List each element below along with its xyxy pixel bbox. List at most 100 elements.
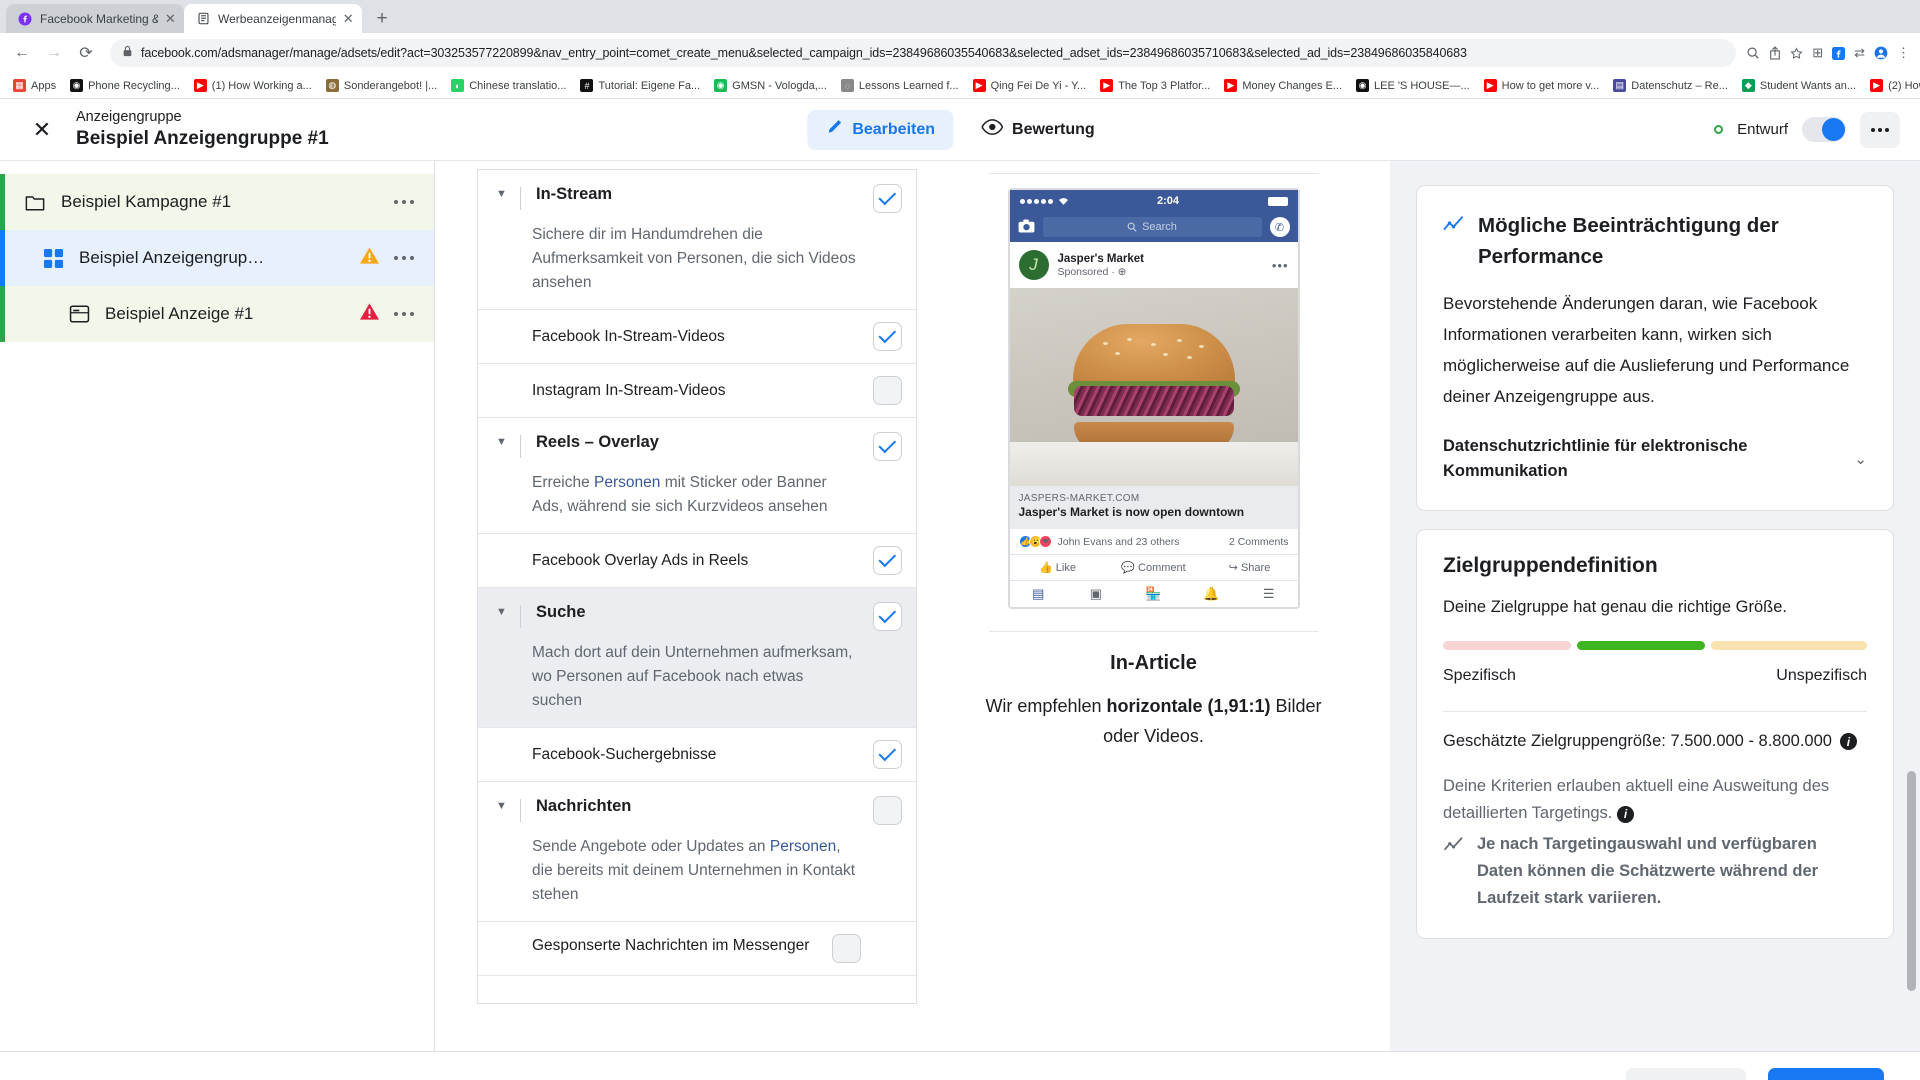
translate-icon[interactable]: ⇄ — [1854, 45, 1865, 61]
bookmark-label: Student Wants an... — [1759, 79, 1857, 92]
bookmark-item[interactable]: ▶ Money Changes E... — [1217, 75, 1349, 97]
more-options-button[interactable] — [1860, 111, 1900, 148]
notifications-icon[interactable]: 🔔 — [1182, 586, 1240, 602]
privacy-policy-accordion[interactable]: Datenschutzrichtlinie für elektronische … — [1443, 434, 1867, 484]
placement-option[interactable]: Facebook-Suchergebnisse — [478, 727, 916, 781]
tab-bearbeiten[interactable]: Bearbeiten — [807, 109, 954, 150]
option-label: Facebook-Suchergebnisse — [532, 745, 717, 763]
bookmark-item[interactable]: ▦ Apps — [6, 75, 63, 97]
sidebar-item-menu[interactable] — [393, 255, 414, 261]
bookmark-item[interactable]: ▶ (1) How Working a... — [187, 75, 319, 97]
marketplace-icon[interactable]: 🏪 — [1125, 586, 1183, 602]
bookmark-item[interactable]: ◉ Phone Recycling... — [63, 75, 187, 97]
info-icon[interactable]: i — [1616, 806, 1634, 823]
placement-option[interactable]: Facebook In-Stream-Videos — [478, 309, 916, 363]
like-button[interactable]: 👍 Like — [1010, 561, 1106, 574]
bookmark-star-icon[interactable] — [1790, 46, 1803, 60]
sidebar-item-menu[interactable] — [393, 311, 414, 317]
phone-status-bar: 2:04 — [1009, 190, 1298, 212]
next-button[interactable]: Weiter — [1768, 1067, 1884, 1080]
preview-format-title: In-Article — [1110, 652, 1197, 674]
bookmark-item[interactable]: ◉ LEE 'S HOUSE—... — [1349, 75, 1477, 97]
browser-tab-1[interactable]: Werbeanzeigenmanager - Wer ✕ — [184, 4, 362, 33]
share-icon[interactable] — [1769, 46, 1781, 60]
group-checkbox[interactable] — [873, 796, 902, 825]
zoom-icon[interactable] — [1746, 46, 1760, 60]
chevron-down-icon[interactable]: ⌄ — [1854, 450, 1867, 468]
sidebar-item-ad[interactable]: Beispiel Anzeige #1 — [0, 286, 434, 342]
close-icon[interactable]: ✕ — [165, 12, 176, 25]
rail-scrollbar[interactable] — [1907, 771, 1916, 991]
bookmark-item[interactable]: ▶ The Top 3 Platfor... — [1093, 75, 1217, 97]
group-header[interactable]: ▼ In-Stream — [478, 170, 916, 223]
placement-option[interactable]: Gesponserte Nachrichten im Messenger — [478, 921, 916, 975]
note-label: Je nach Targetingauswahl und verfügbaren… — [1477, 835, 1819, 907]
post-menu-icon[interactable]: ••• — [1272, 258, 1289, 273]
reload-button[interactable]: ⟳ — [72, 39, 100, 67]
status-toggle[interactable] — [1802, 117, 1846, 142]
info-icon[interactable]: i — [1839, 733, 1857, 750]
personen-link[interactable]: Personen — [594, 474, 660, 491]
group-checkbox[interactable] — [873, 602, 902, 631]
bookmark-item[interactable]: ▤ Datenschutz – Re... — [1606, 75, 1735, 97]
new-tab-button[interactable]: + — [368, 5, 396, 33]
option-checkbox[interactable] — [873, 740, 902, 769]
share-button[interactable]: ↪ Share — [1202, 561, 1298, 574]
group-checkbox[interactable] — [873, 184, 902, 213]
close-editor-button[interactable]: ✕ — [22, 110, 62, 150]
group-header[interactable]: ▼ Nachrichten — [478, 782, 916, 835]
extension-puzzle-icon[interactable]: ⊞ — [1812, 45, 1823, 61]
group-checkbox[interactable] — [873, 432, 902, 461]
watch-icon[interactable]: ▣ — [1067, 586, 1125, 602]
bookmark-label: Apps — [31, 79, 57, 92]
group-header[interactable]: ▼ Reels – Overlay — [478, 418, 916, 471]
address-bar[interactable]: facebook.com/adsmanager/manage/adsets/ed… — [110, 39, 1737, 67]
bookmark-item[interactable]: ◆ Student Wants an... — [1735, 75, 1863, 97]
option-checkbox[interactable] — [873, 376, 902, 405]
comment-button[interactable]: 💬 Comment — [1106, 561, 1202, 574]
chevron-down-icon[interactable]: ▼ — [496, 432, 512, 448]
option-checkbox[interactable] — [873, 322, 902, 351]
bookmark-item[interactable]: # Tutorial: Eigene Fa... — [573, 75, 707, 97]
camera-icon[interactable] — [1018, 219, 1035, 236]
browser-tab-0[interactable]: Facebook Marketing & Werbea ✕ — [6, 4, 184, 33]
group-title: Suche — [536, 603, 586, 621]
bookmark-item[interactable]: ◉ GMSN - Vologda,... — [707, 75, 834, 97]
group-header[interactable]: ▼ Suche — [478, 588, 916, 641]
warning-icon — [359, 246, 380, 270]
omnibox-row: ← → ⟳ facebook.com/adsmanager/manage/ads… — [0, 33, 1920, 73]
bookmark-item[interactable]: ▶ Qing Fei De Yi - Y... — [966, 75, 1094, 97]
forward-button[interactable]: → — [40, 39, 68, 67]
chevron-down-icon[interactable]: ▼ — [496, 796, 512, 812]
chevron-down-icon[interactable]: ▼ — [496, 602, 512, 618]
facebook-ext-icon[interactable] — [1832, 46, 1846, 60]
messenger-icon[interactable]: ✆ — [1269, 217, 1290, 237]
back-button[interactable]: ← — [8, 39, 36, 67]
comment-count: 2 Comments — [1228, 535, 1289, 548]
tab-bewertung[interactable]: Bewertung — [963, 110, 1113, 150]
phone-search-field[interactable]: Search — [1042, 217, 1262, 237]
news-feed-icon[interactable]: ▤ — [1010, 586, 1068, 602]
bookmark-item[interactable]: ▶ How to get more v... — [1477, 75, 1607, 97]
option-checkbox[interactable] — [873, 546, 902, 575]
option-checkbox[interactable] — [832, 934, 861, 963]
sidebar-item-menu[interactable] — [393, 199, 414, 205]
personen-link[interactable]: Personen — [770, 838, 836, 855]
menu-icon[interactable]: ☰ — [1240, 586, 1298, 602]
link-preview[interactable]: JASPERS-MARKET.COM Jasper's Market is no… — [1009, 486, 1298, 529]
bookmark-item[interactable]: ◍ Sonderangebot! |... — [319, 75, 444, 97]
account-icon[interactable] — [1874, 46, 1888, 60]
audience-definition-card: Zielgruppendefinition Deine Zielgruppe h… — [1416, 529, 1894, 939]
back-button[interactable]: Zurück — [1625, 1067, 1747, 1080]
bookmark-item[interactable]: ◌ Lessons Learned f... — [834, 75, 966, 97]
placement-option[interactable]: Instagram In-Stream-Videos — [478, 363, 916, 417]
sidebar-item-adset[interactable]: Beispiel Anzeigengrup… — [0, 230, 434, 286]
bookmark-item[interactable]: ▶ (2) How To Add A... — [1863, 75, 1920, 97]
chevron-down-icon[interactable]: ▼ — [496, 184, 512, 200]
bookmark-item[interactable]: ◐ Chinese translatio... — [444, 75, 573, 97]
sidebar-item-campaign[interactable]: Beispiel Kampagne #1 — [0, 174, 434, 230]
browser-menu-icon[interactable]: ⋮ — [1897, 45, 1910, 61]
footer-bar: Alle Änderungen gespeichert Zurück Weite… — [0, 1051, 1920, 1080]
close-icon[interactable]: ✕ — [343, 12, 354, 25]
placement-option[interactable]: Facebook Overlay Ads in Reels — [478, 533, 916, 587]
